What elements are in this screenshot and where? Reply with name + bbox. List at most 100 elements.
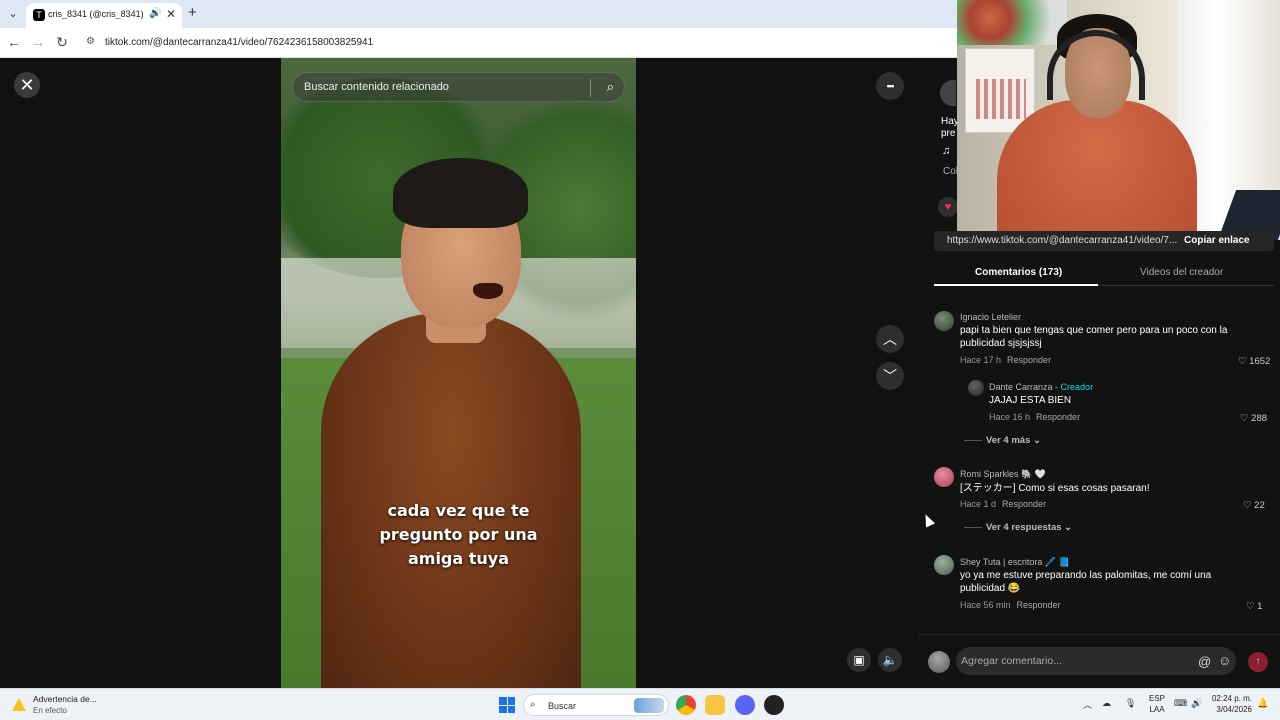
- tab-title: cris_8341 (@cris_8341) | TikTok: [48, 9, 146, 19]
- comment-author[interactable]: Shey Tuta | escritora 🖊️ 📘: [960, 557, 1070, 568]
- comment-author[interactable]: Ignacio Letelier: [960, 312, 1021, 322]
- copy-link-button[interactable]: Copiar enlace: [1184, 235, 1250, 246]
- keyboard-layout: LAA: [1149, 705, 1165, 714]
- back-arrow-icon[interactable]: ←: [5, 34, 23, 50]
- description-fragment: pre: [941, 128, 956, 139]
- comment-like-button[interactable]: ♡ 1652: [1238, 356, 1270, 367]
- network-icon[interactable]: ⌨: [1174, 698, 1187, 709]
- volume-button[interactable]: 🔈: [878, 648, 902, 672]
- site-info-icon[interactable]: ⚙: [86, 36, 98, 48]
- creator-reply-avatar[interactable]: [968, 380, 984, 396]
- related-search-input[interactable]: Buscar contenido relacionado ⌕: [292, 72, 625, 102]
- notification-bell-icon[interactable]: 🔔: [1257, 698, 1268, 709]
- mention-at-icon[interactable]: @: [1198, 654, 1211, 669]
- heart-icon: ♡: [1243, 500, 1252, 511]
- next-video-button[interactable]: ﹀: [876, 362, 904, 390]
- taskbar-search[interactable]: ⌕ Buscar: [523, 694, 669, 716]
- view-more-replies-button[interactable]: Ver 4 más ⌄: [964, 435, 1041, 446]
- video-player[interactable]: Buscar contenido relacionado ⌕ cada vez …: [281, 58, 636, 688]
- heart-icon: ♡: [1246, 601, 1255, 612]
- reply-button[interactable]: Responder: [1036, 412, 1080, 422]
- music-note-icon[interactable]: ♫: [942, 145, 950, 157]
- warning-title[interactable]: Advertencia de...: [33, 694, 97, 704]
- commenter-avatar[interactable]: [934, 467, 954, 487]
- previous-video-button[interactable]: ︿: [876, 325, 904, 353]
- creator-badge: Creador: [1060, 382, 1094, 392]
- more-dots-icon: •••: [886, 81, 895, 91]
- comment-like-button[interactable]: ♡ 22: [1243, 500, 1265, 511]
- video-stage: ✕ Buscar contenido relacionado ⌕ cada ve…: [0, 58, 918, 688]
- like-video-button[interactable]: ♥: [938, 197, 958, 217]
- chevron-down-icon: ⌄: [1064, 522, 1073, 533]
- language-code: ESP: [1148, 694, 1165, 703]
- comment-text: JAJAJ ESTA BIEN: [989, 395, 1072, 406]
- comment-author[interactable]: Romi Sparkles 🐘 🤍: [960, 469, 1046, 480]
- picture-in-picture-button[interactable]: ▣: [847, 648, 871, 672]
- comment-like-button[interactable]: ♡ 1: [1246, 601, 1262, 612]
- volume-icon[interactable]: 🔊: [1191, 698, 1202, 709]
- commenter-avatar[interactable]: [934, 311, 954, 331]
- like-count: 288: [1251, 413, 1268, 424]
- clock[interactable]: 02:24 p. m. 3/04/2026: [1210, 693, 1252, 715]
- language-indicator[interactable]: ESP LAA: [1147, 693, 1167, 715]
- commenter-avatar[interactable]: [934, 555, 954, 575]
- reply-button[interactable]: Responder: [1002, 499, 1046, 509]
- tab-audio-speaker-icon[interactable]: 🔊: [149, 8, 161, 19]
- obs-icon[interactable]: [764, 695, 784, 715]
- windows-taskbar: Advertencia de... En efecto ⌕ Buscar ︿ ☁…: [0, 688, 1280, 720]
- search-highlight-image: [634, 698, 664, 713]
- tiktok-favicon-icon: T: [33, 9, 45, 21]
- onedrive-icon[interactable]: ☁: [1102, 698, 1111, 709]
- reload-icon[interactable]: ↻: [53, 34, 71, 51]
- microphone-icon[interactable]: 🎙: [1125, 698, 1136, 709]
- search-icon[interactable]: ⌕: [607, 79, 614, 95]
- comment-author[interactable]: Dante Carranza - Creador: [989, 382, 1093, 392]
- clock-time: 02:24 p. m.: [1211, 694, 1252, 703]
- forward-arrow-icon[interactable]: →: [29, 34, 47, 50]
- active-tab-underline: [934, 284, 1098, 286]
- view-replies-button[interactable]: Ver 4 respuestas ⌄: [964, 522, 1072, 533]
- speaker-icon: 🔈: [882, 653, 898, 667]
- tray-overflow-chevron-icon[interactable]: ︿: [1083, 698, 1092, 711]
- comment-meta: Hace 17 h Responder: [960, 355, 1051, 365]
- close-icon: ✕: [19, 75, 35, 95]
- windows-start-icon[interactable]: [499, 697, 515, 713]
- collab-fragment: Col: [943, 166, 959, 177]
- reply-button[interactable]: Responder: [1017, 600, 1061, 610]
- comment-like-button[interactable]: ♡ 288: [1240, 413, 1267, 424]
- caption-line: cada vez que te: [387, 501, 530, 520]
- chrome-icon[interactable]: [676, 695, 696, 715]
- user-avatar[interactable]: [928, 651, 950, 673]
- discord-icon[interactable]: [735, 695, 755, 715]
- file-explorer-icon[interactable]: [705, 695, 725, 715]
- comment-input-bar: Agregar comentario... @ ☺ ↑: [918, 634, 1280, 688]
- like-count: 22: [1254, 500, 1265, 511]
- comment-input[interactable]: Agregar comentario...: [956, 647, 1236, 675]
- tab-comments[interactable]: Comentarios (173): [975, 267, 1062, 278]
- comment-text: yo ya me estuve preparando las palomitas…: [960, 570, 1212, 594]
- comment-placeholder: Agregar comentario...: [961, 655, 1062, 667]
- tab-close-icon[interactable]: ✕: [166, 7, 176, 21]
- reply-author-name: Dante Carranza: [989, 382, 1053, 392]
- comment-meta: Hace 56 min Responder: [960, 600, 1061, 610]
- send-comment-button[interactable]: ↑: [1248, 652, 1268, 672]
- chevron-down-icon: ⌄: [1033, 435, 1041, 446]
- warning-icon[interactable]: [12, 698, 26, 711]
- arrow-up-icon: ↑: [1255, 656, 1261, 667]
- divider-dash: [964, 439, 982, 441]
- comment-time: Hace 56 min: [960, 600, 1011, 610]
- heart-icon: ♡: [1240, 413, 1249, 424]
- url-omnibox[interactable]: ⚙ tiktok.com/@dantecarranza41/video/7624…: [80, 31, 950, 55]
- tab-search-chevron-icon[interactable]: ⌄: [4, 5, 22, 23]
- tab-creator-videos[interactable]: Videos del creador: [1140, 267, 1223, 278]
- emoji-icon[interactable]: ☺: [1218, 653, 1231, 668]
- more-options-button[interactable]: •••: [876, 72, 904, 100]
- reply-button[interactable]: Responder: [1007, 355, 1051, 365]
- comment-meta: Hace 16 h Responder: [989, 412, 1080, 422]
- caption-line: pregunto por una: [379, 525, 538, 544]
- browser-tab[interactable]: T cris_8341 (@cris_8341) | TikTok 🔊 ✕: [26, 3, 182, 28]
- new-tab-plus-icon[interactable]: +: [188, 4, 197, 21]
- url-text: tiktok.com/@dantecarranza41/video/762423…: [105, 37, 374, 48]
- video-person-hair: [393, 158, 528, 228]
- close-video-button[interactable]: ✕: [14, 72, 40, 98]
